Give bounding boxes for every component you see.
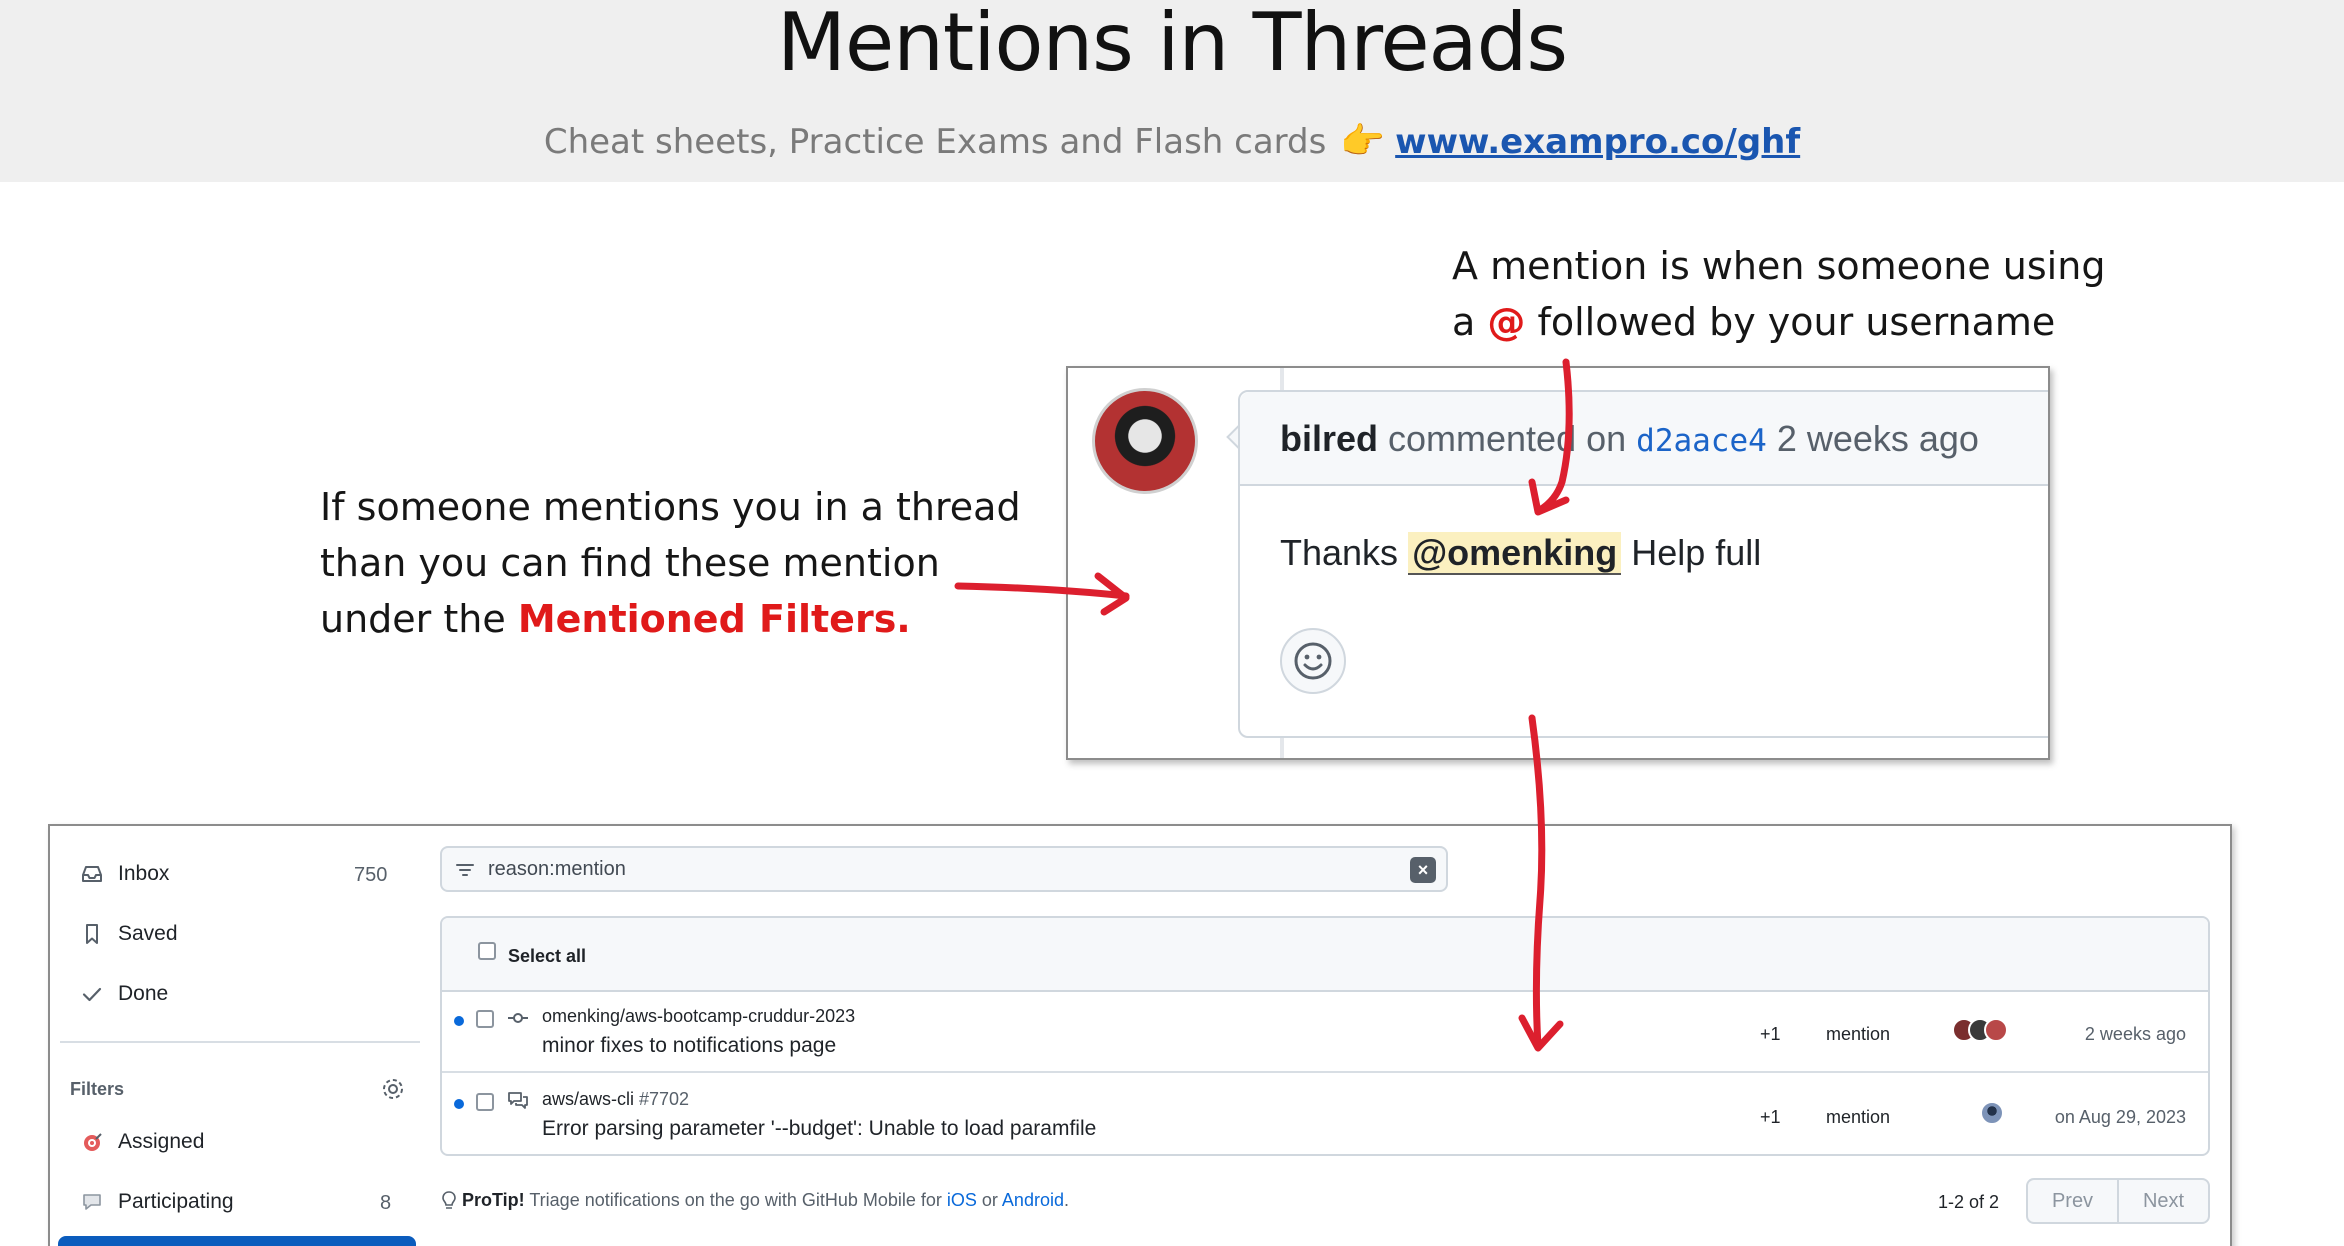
commit-icon [508, 1013, 528, 1023]
subtitle: Cheat sheets, Practice Exams and Flash c… [0, 120, 2344, 162]
notifications-panel: Inbox 750 Saved Done Filters Assigned Pa… [48, 824, 2232, 1246]
unread-dot [454, 1099, 464, 1109]
sidebar-divider [60, 1041, 420, 1043]
check-icon [82, 987, 102, 1002]
comment-text-after: Help full [1621, 532, 1762, 573]
row-checkbox[interactable] [476, 1010, 494, 1028]
sidebar-item-inbox[interactable]: Inbox [80, 854, 169, 894]
sidebar-item-participating[interactable]: Participating [80, 1182, 234, 1222]
sidebar-item-done[interactable]: Done [80, 974, 168, 1014]
commit-link[interactable]: d2aace4 [1636, 423, 1767, 459]
sidebar-item-assigned[interactable]: Assigned [80, 1122, 204, 1162]
slide-title: Mentions in Threads [776, 0, 1568, 89]
protip-text: Triage notifications on the go with GitH… [524, 1190, 947, 1210]
gear-icon[interactable] [380, 1076, 406, 1102]
mention-definition-note: A mention is when someone using a @ foll… [1452, 238, 2172, 350]
sidebar-item-label: Inbox [118, 862, 170, 885]
android-link[interactable]: Android [1002, 1190, 1064, 1210]
protip: ProTip! Triage notifications on the go w… [440, 1190, 1069, 1211]
discussion-icon [508, 1092, 528, 1109]
note-right-text-a: a [1452, 300, 1488, 344]
row-extra-count: +1 [1760, 1107, 1781, 1127]
pointing-hand-icon: 👉 [1340, 121, 1386, 162]
notification-row[interactable]: aws/aws-cli #7702 Error parsing paramete… [442, 1075, 2208, 1154]
comment-body: Thanks @omenking Help full [1280, 532, 1762, 575]
row-time: 2 weeks ago [2084, 1024, 2186, 1044]
header-band: Mentions in Threads Cheat sheets, Practi… [0, 0, 2344, 182]
select-all-checkbox[interactable] [478, 942, 496, 960]
repo-name: aws/aws-cli [542, 1089, 635, 1109]
at-symbol: @ [1487, 300, 1526, 344]
note-left-line-3: under the Mentioned Filters. [320, 591, 1080, 647]
pagination: Prev Next [2026, 1178, 2210, 1224]
select-all-label: Select all [508, 946, 587, 966]
row-time: on Aug 29, 2023 [2054, 1107, 2186, 1127]
inbox-count: 750 [354, 864, 388, 886]
issue-number: #7702 [634, 1089, 690, 1109]
sidebar-item-label: Saved [118, 922, 178, 945]
notifications-list: Select all omenking/aws-bootcamp-cruddur… [440, 916, 2210, 1156]
row-repo: aws/aws-cli #7702 [542, 1089, 689, 1110]
participating-count: 8 [380, 1192, 392, 1214]
row-title[interactable]: minor fixes to notifications page [542, 1034, 836, 1058]
comment-header: bilred commented on d2aace4 2 weeks ago [1240, 392, 2048, 486]
comment-author[interactable]: bilred [1280, 418, 1378, 459]
smiley-icon [1294, 642, 1332, 680]
subtitle-link[interactable]: www.exampro.co/ghf [1395, 122, 1800, 162]
note-right-line-1: A mention is when someone using [1452, 244, 2106, 288]
clear-icon[interactable]: × [1410, 857, 1436, 883]
sidebar-item-selected[interactable] [58, 1236, 416, 1246]
sidebar-item-saved[interactable]: Saved [80, 914, 178, 954]
lightbulb-icon [442, 1191, 456, 1209]
avatar [1984, 1018, 2008, 1042]
row-reason: mention [1826, 1107, 1891, 1127]
row-reason: mention [1826, 1024, 1891, 1044]
mention-filter-note: If someone mentions you in a thread than… [320, 479, 1080, 647]
user-mention[interactable]: @omenking [1408, 532, 1622, 575]
note-right-line-2: a @ followed by your username [1452, 294, 2172, 350]
subtitle-text: Cheat sheets, Practice Exams and Flash c… [543, 122, 1327, 162]
note-right-text-b: followed by your username [1525, 300, 2056, 344]
sidebar-item-label: Done [118, 982, 169, 1005]
unread-dot [454, 1016, 464, 1026]
avatar[interactable] [1092, 388, 1198, 494]
inbox-icon [82, 866, 102, 882]
avatar [1980, 1101, 2004, 1125]
protip-label: ProTip! [462, 1190, 525, 1210]
next-button[interactable]: Next [2117, 1180, 2208, 1222]
add-reaction-button[interactable] [1280, 628, 1346, 694]
list-header: Select all [442, 918, 2208, 992]
comment-text-before: Thanks [1280, 532, 1409, 573]
prev-button[interactable]: Prev [2028, 1180, 2117, 1222]
target-icon [84, 1133, 102, 1151]
bookmark-icon [86, 924, 98, 944]
speech-bubble-icon [83, 1194, 101, 1210]
sidebar-item-label: Assigned [118, 1130, 205, 1153]
filter-input[interactable]: reason:mention × [440, 846, 1448, 892]
sidebar-item-label: Participating [118, 1190, 234, 1213]
note-left-line-1: If someone mentions you in a thread [320, 485, 1021, 529]
row-extra-count: +1 [1760, 1024, 1781, 1044]
row-checkbox[interactable] [476, 1093, 494, 1111]
comment-action: commented on [1378, 418, 1637, 459]
protip-or: or [976, 1190, 1002, 1210]
filter-query: reason:mention [488, 858, 626, 880]
notification-row[interactable]: omenking/aws-bootcamp-cruddur-2023 minor… [442, 992, 2208, 1073]
row-repo: omenking/aws-bootcamp-cruddur-2023 [542, 1006, 855, 1027]
row-title[interactable]: Error parsing parameter '--budget': Unab… [542, 1117, 1096, 1141]
protip-period: . [1063, 1190, 1069, 1210]
note-left-line-2: than you can find these mention [320, 541, 940, 585]
filter-icon [456, 864, 474, 876]
note-left-text: under the [320, 597, 518, 641]
filters-heading: Filters [70, 1079, 125, 1099]
slide: Mentions in Threads Cheat sheets, Practi… [0, 0, 2344, 1246]
comment-box: bilred commented on d2aace4 2 weeks ago … [1238, 390, 2048, 738]
page-count: 1-2 of 2 [1938, 1192, 2000, 1212]
comment-card: bilred commented on d2aace4 2 weeks ago … [1066, 366, 2050, 760]
comment-time[interactable]: 2 weeks ago [1767, 418, 1979, 459]
mentioned-filters-highlight: Mentioned Filters. [517, 597, 911, 641]
repo-name: omenking/aws-bootcamp-cruddur-2023 [542, 1006, 856, 1026]
ios-link[interactable]: iOS [947, 1190, 977, 1210]
